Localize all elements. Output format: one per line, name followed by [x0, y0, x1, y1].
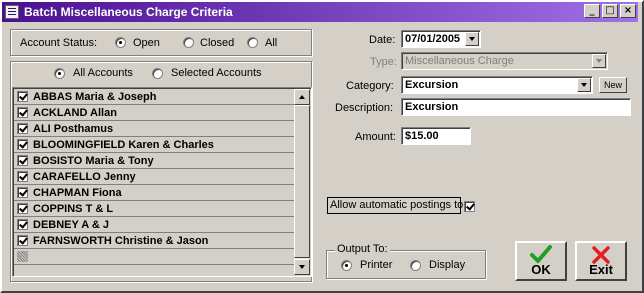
amount-label: Amount: — [355, 131, 396, 143]
checkbox-icon — [464, 200, 475, 212]
table-row[interactable]: FARNSWORTH Christine & Jason — [14, 233, 296, 249]
radio-icon — [115, 36, 126, 48]
scroll-up-icon[interactable] — [294, 89, 310, 105]
table-row[interactable]: BLOOMINGFIELD Karen & Charles — [14, 137, 296, 153]
scope-all-label[interactable]: All Accounts — [73, 67, 133, 79]
scroll-down-icon[interactable] — [294, 259, 310, 275]
date-label: Date: — [369, 34, 396, 46]
account-name: FARNSWORTH Christine & Jason — [33, 234, 209, 247]
account-name: CHAPMAN Fiona — [33, 186, 122, 199]
scope-selected-label[interactable]: Selected Accounts — [171, 67, 262, 79]
radio-icon — [341, 259, 352, 271]
form-icon[interactable] — [5, 5, 19, 19]
type-field: Miscellaneous Charge — [401, 52, 608, 70]
amount-field[interactable]: $15.00 — [401, 127, 471, 145]
scope-all-radio[interactable] — [54, 67, 65, 79]
radio-icon — [54, 67, 65, 79]
table-row[interactable]: COPPINS T & L — [14, 201, 296, 217]
amount-value: $15.00 — [405, 130, 439, 142]
account-checkbox[interactable] — [17, 235, 28, 246]
account-checkbox[interactable] — [17, 219, 28, 230]
new-category-button[interactable]: New — [599, 77, 627, 93]
scope-selected-radio[interactable] — [152, 67, 163, 79]
accounts-list[interactable]: ABBAS Maria & Joseph ACKLAND Allan ALI P… — [12, 87, 312, 277]
close-button[interactable]: × — [620, 4, 636, 18]
account-checkbox[interactable] — [17, 171, 28, 182]
account-checkbox[interactable] — [17, 155, 28, 166]
description-label: Description: — [335, 102, 394, 114]
output-display-label[interactable]: Display — [429, 259, 465, 271]
category-dropdown-icon[interactable] — [577, 78, 591, 92]
status-closed-radio[interactable] — [183, 36, 194, 48]
status-open-label[interactable]: Open — [133, 37, 160, 49]
output-printer-radio[interactable] — [341, 259, 352, 271]
date-field[interactable]: 07/01/2005 — [401, 30, 481, 48]
output-printer-label[interactable]: Printer — [360, 259, 392, 271]
status-all-radio[interactable] — [247, 36, 258, 48]
type-value: Miscellaneous Charge — [405, 55, 514, 67]
status-open-radio[interactable] — [115, 36, 126, 48]
type-dropdown-icon — [592, 54, 606, 68]
table-row[interactable]: ABBAS Maria & Joseph — [14, 89, 296, 105]
account-checkbox[interactable] — [17, 187, 28, 198]
account-name: BLOOMINGFIELD Karen & Charles — [33, 138, 214, 151]
new-record-marker-icon — [17, 251, 28, 262]
account-name: COPPINS T & L — [33, 202, 114, 215]
account-name: ALI Posthamus — [33, 122, 114, 135]
radio-icon — [152, 67, 163, 79]
account-checkbox[interactable] — [17, 107, 28, 118]
title-bar[interactable]: Batch Miscellaneous Charge Criteria _ □ … — [2, 2, 638, 22]
output-display-radio[interactable] — [410, 259, 421, 271]
table-row[interactable]: CARAFELLO Jenny — [14, 169, 296, 185]
category-value: Excursion — [405, 79, 459, 91]
account-name: BOSISTO Maria & Tony — [33, 154, 154, 167]
account-name: DEBNEY A & J — [33, 218, 110, 231]
auto-post-checkbox[interactable] — [464, 200, 475, 212]
type-label: Type: — [370, 56, 397, 68]
status-all-label[interactable]: All — [265, 37, 277, 49]
exit-button[interactable]: Exit — [575, 241, 627, 281]
new-record-row[interactable] — [14, 249, 296, 265]
maximize-button[interactable]: □ — [602, 4, 618, 18]
table-row[interactable]: ACKLAND Allan — [14, 105, 296, 121]
auto-post-label: Allow automatic postings to — [330, 199, 464, 211]
account-name: ACKLAND Allan — [33, 106, 117, 119]
date-dropdown-icon[interactable] — [465, 32, 479, 46]
account-checkbox[interactable] — [17, 203, 28, 214]
table-row[interactable]: BOSISTO Maria & Tony — [14, 153, 296, 169]
account-checkbox[interactable] — [17, 139, 28, 150]
output-label: Output To: — [335, 243, 390, 255]
account-name: ABBAS Maria & Joseph — [33, 90, 157, 103]
list-scrollbar[interactable] — [294, 89, 310, 275]
account-status-label: Account Status: — [20, 37, 98, 49]
account-checkbox[interactable] — [17, 91, 28, 102]
table-row[interactable]: ALI Posthamus — [14, 121, 296, 137]
date-value: 07/01/2005 — [405, 33, 461, 45]
radio-icon — [183, 36, 194, 48]
ok-button[interactable]: OK — [515, 241, 567, 281]
category-field[interactable]: Excursion — [401, 76, 593, 94]
table-row[interactable]: DEBNEY A & J — [14, 217, 296, 233]
description-value: Excursion — [405, 101, 459, 113]
account-name: CARAFELLO Jenny — [33, 170, 136, 183]
category-label: Category: — [346, 80, 394, 92]
window-title: Batch Miscellaneous Charge Criteria — [24, 5, 233, 19]
table-row[interactable]: CHAPMAN Fiona — [14, 185, 296, 201]
description-field[interactable]: Excursion — [401, 98, 631, 116]
radio-icon — [247, 36, 258, 48]
account-checkbox[interactable] — [17, 123, 28, 134]
radio-icon — [410, 259, 421, 271]
ok-label: OK — [531, 262, 551, 277]
exit-label: Exit — [589, 262, 613, 277]
minimize-button[interactable]: _ — [584, 4, 600, 18]
status-closed-label[interactable]: Closed — [200, 37, 234, 49]
scroll-thumb[interactable] — [294, 105, 310, 258]
